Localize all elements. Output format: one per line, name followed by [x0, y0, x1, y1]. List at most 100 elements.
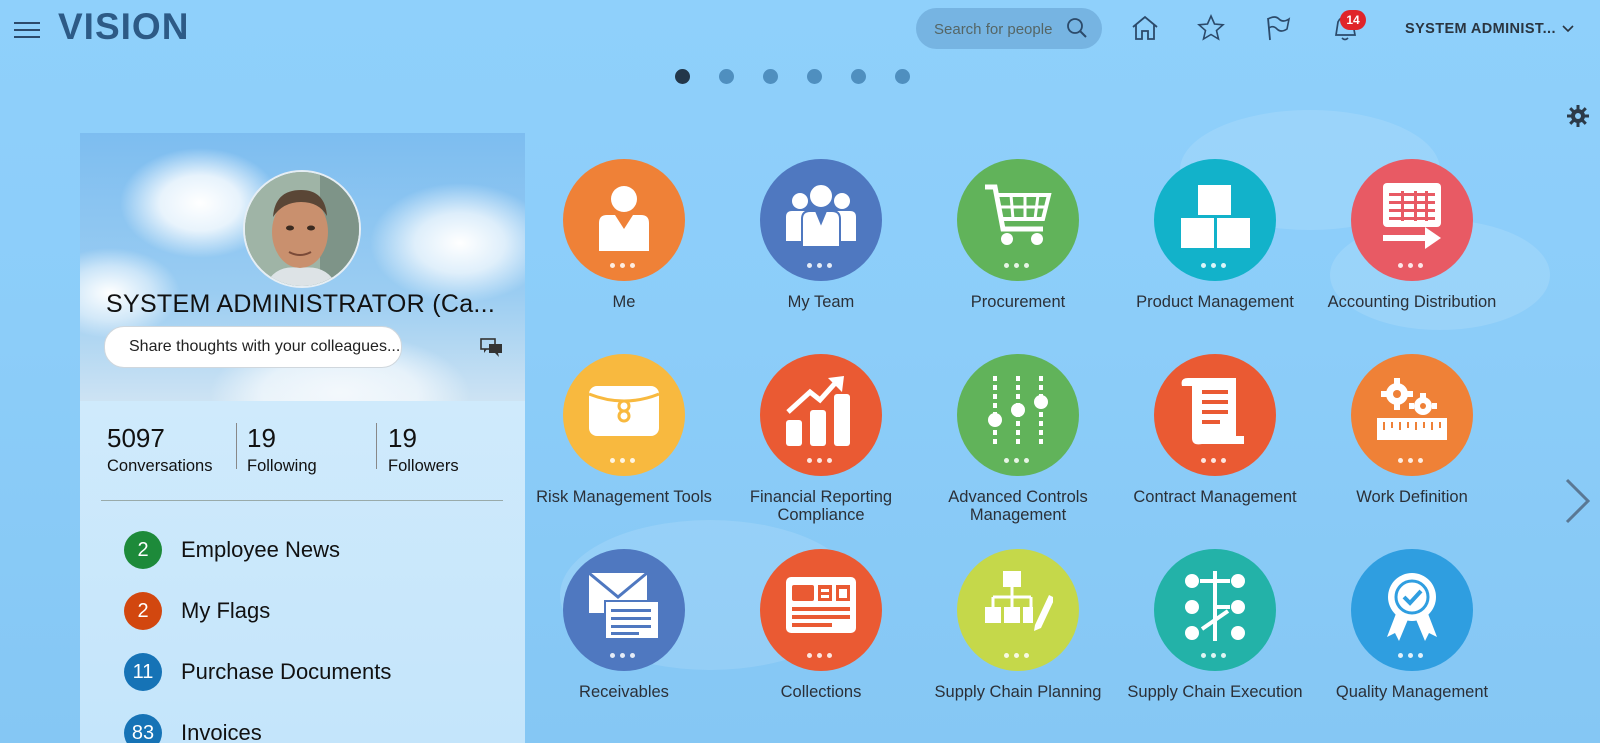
gears-ruler-icon — [1377, 378, 1447, 440]
list-item-label: Invoices — [181, 720, 262, 743]
tile-my-team[interactable]: My Team — [726, 159, 916, 339]
count-badge: 83 — [124, 714, 162, 743]
page-dot[interactable] — [763, 69, 778, 84]
tile-label: Collections — [780, 683, 862, 701]
divider — [236, 423, 237, 469]
tile-circle — [1351, 159, 1473, 281]
person-icon — [599, 186, 649, 251]
cart-icon — [985, 184, 1052, 245]
more-icon[interactable] — [1398, 263, 1426, 269]
tile-supply-chain-planning[interactable]: Supply Chain Planning — [923, 549, 1113, 729]
profile-header: SYSTEM ADMINISTRATOR (Ca... — [80, 133, 525, 401]
stat-followers[interactable]: 19 Followers — [388, 423, 459, 476]
growth-chart-icon — [786, 376, 850, 446]
divider — [376, 423, 377, 469]
more-icon[interactable] — [610, 458, 638, 464]
tile-circle — [563, 549, 685, 671]
star-icon[interactable] — [1196, 13, 1226, 43]
profile-panel: SYSTEM ADMINISTRATOR (Ca... 5097 Convers… — [80, 133, 525, 743]
team-icon — [786, 183, 856, 248]
list-item-label: Employee News — [181, 537, 340, 562]
chevron-right-icon[interactable] — [1563, 476, 1593, 526]
user-menu[interactable]: SYSTEM ADMINIST... — [1405, 21, 1574, 37]
tile-me[interactable]: Me — [529, 159, 719, 339]
page-dot[interactable] — [675, 69, 690, 84]
tile-circle — [563, 159, 685, 281]
page-dot[interactable] — [895, 69, 910, 84]
more-icon[interactable] — [1201, 458, 1229, 464]
tile-quality-management[interactable]: Quality Management — [1317, 549, 1507, 729]
tile-procurement[interactable]: Procurement — [923, 159, 1113, 339]
more-icon[interactable] — [1004, 653, 1032, 659]
stat-following[interactable]: 19 Following — [247, 423, 317, 476]
stat-label: Followers — [388, 457, 459, 475]
tile-risk-management-tools[interactable]: Risk Management Tools — [529, 354, 719, 534]
more-icon[interactable] — [1201, 263, 1229, 269]
profile-photo — [245, 172, 359, 286]
more-icon[interactable] — [1398, 653, 1426, 659]
tile-label: Quality Management — [1335, 683, 1489, 701]
tile-circle — [760, 159, 882, 281]
stat-label: Conversations — [107, 457, 213, 475]
tile-financial-reporting-compliance[interactable]: Financial Reporting Compliance — [726, 354, 916, 534]
stat-conversations[interactable]: 5097 Conversations — [107, 423, 212, 476]
more-icon[interactable] — [1201, 653, 1229, 659]
more-icon[interactable] — [807, 263, 835, 269]
more-icon[interactable] — [1398, 458, 1426, 464]
avatar[interactable] — [243, 170, 361, 288]
dashboard-doc-icon — [786, 577, 856, 633]
list-item-purchase-documents[interactable]: 11 Purchase Documents — [124, 653, 504, 693]
search-icon[interactable] — [1066, 17, 1088, 39]
page-dot[interactable] — [807, 69, 822, 84]
tile-accounting-distribution[interactable]: Accounting Distribution — [1317, 159, 1507, 339]
tile-receivables[interactable]: Receivables — [529, 549, 719, 729]
search-input[interactable] — [932, 18, 1056, 40]
tile-circle — [1154, 354, 1276, 476]
tile-label: Procurement — [970, 293, 1066, 311]
tile-circle — [1351, 549, 1473, 671]
app-logo: VISION — [58, 6, 190, 47]
stat-value: 19 — [247, 423, 276, 453]
top-navbar: VISION 14 SYSTEM ADMINIST... — [0, 0, 1600, 60]
tile-work-definition[interactable]: Work Definition — [1317, 354, 1507, 534]
tile-label: Advanced Controls Management — [948, 488, 1088, 524]
tile-advanced-controls-management[interactable]: Advanced Controls Management — [923, 354, 1113, 534]
list-item-my-flags[interactable]: 2 My Flags — [124, 592, 504, 632]
profile-stats: 5097 Conversations 19 Following 19 Follo… — [80, 423, 525, 503]
tile-circle — [760, 354, 882, 476]
list-item-label: Purchase Documents — [181, 659, 392, 684]
menu-icon[interactable] — [14, 20, 40, 40]
share-thoughts-input[interactable] — [104, 326, 402, 368]
network-icon — [1185, 571, 1245, 641]
list-item-employee-news[interactable]: 2 Employee News — [124, 531, 504, 571]
page-dot[interactable] — [719, 69, 734, 84]
tile-supply-chain-execution[interactable]: Supply Chain Execution — [1120, 549, 1310, 729]
more-icon[interactable] — [610, 263, 638, 269]
tile-product-management[interactable]: Product Management — [1120, 159, 1310, 339]
stat-value: 5097 — [107, 423, 165, 453]
more-icon[interactable] — [807, 653, 835, 659]
more-icon[interactable] — [610, 653, 638, 659]
more-icon[interactable] — [1004, 458, 1032, 464]
gear-icon[interactable] — [1566, 104, 1590, 128]
tile-label: Product Management — [1136, 293, 1294, 311]
tile-contract-management[interactable]: Contract Management — [1120, 354, 1310, 534]
page-dot[interactable] — [851, 69, 866, 84]
list-item-invoices[interactable]: 83 Invoices — [124, 714, 504, 743]
tile-label: Contract Management — [1133, 488, 1297, 506]
stat-label: Following — [247, 457, 317, 475]
count-badge: 11 — [124, 653, 162, 691]
more-icon[interactable] — [807, 458, 835, 464]
tile-label: Financial Reporting Compliance — [749, 488, 893, 524]
org-pencil-icon — [985, 571, 1053, 631]
more-icon[interactable] — [1004, 263, 1032, 269]
flag-icon[interactable] — [1263, 13, 1293, 43]
tile-collections[interactable]: Collections — [726, 549, 916, 729]
notification-badge: 14 — [1340, 10, 1366, 30]
list-item-label: My Flags — [181, 598, 271, 623]
tile-label: Work Definition — [1356, 488, 1468, 506]
home-icon[interactable] — [1130, 13, 1160, 43]
tile-circle — [760, 549, 882, 671]
conversation-icon[interactable] — [480, 337, 504, 359]
sliders-icon — [988, 376, 1048, 446]
